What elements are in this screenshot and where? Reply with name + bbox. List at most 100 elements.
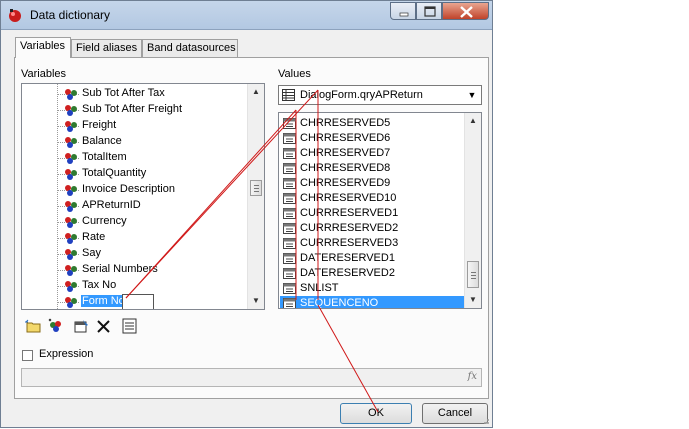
variable-icon bbox=[65, 169, 77, 180]
field-icon bbox=[283, 193, 296, 204]
tree-item[interactable]: Say bbox=[22, 246, 248, 262]
chevron-down-icon[interactable]: ▼ bbox=[464, 87, 480, 103]
tree-item-label: Freight bbox=[82, 119, 117, 131]
list-item-label: CURRRESERVED3 bbox=[300, 237, 399, 249]
field-icon bbox=[283, 268, 296, 279]
tree-item[interactable]: Freight bbox=[22, 118, 248, 134]
list-item[interactable]: CURRRESERVED2 bbox=[280, 221, 465, 236]
maximize-button[interactable] bbox=[416, 2, 442, 20]
tree-item-label: TotalItem bbox=[82, 151, 127, 163]
title-bar[interactable]: Data dictionary bbox=[1, 1, 492, 30]
list-item-label: CHRRESERVED5 bbox=[300, 117, 391, 129]
tree-item[interactable]: Rate bbox=[22, 230, 248, 246]
delete-icon[interactable] bbox=[95, 317, 113, 335]
variable-icon bbox=[65, 121, 77, 132]
close-button[interactable] bbox=[442, 2, 489, 20]
scroll-thumb[interactable] bbox=[467, 261, 479, 288]
rename-edit-box[interactable] bbox=[122, 294, 154, 309]
tree-item[interactable]: Balance bbox=[22, 134, 248, 150]
edit-list-icon[interactable] bbox=[121, 317, 139, 335]
tree-item[interactable]: Invoice Description bbox=[22, 182, 248, 198]
list-item[interactable]: SEQUENCENO bbox=[280, 296, 465, 308]
datasource-select[interactable]: DialogForm.qryAPReturn ▼ bbox=[278, 85, 482, 105]
data-dictionary-window: Data dictionary Variables Field aliases … bbox=[0, 0, 493, 428]
list-item-label: CHRRESERVED7 bbox=[300, 147, 391, 159]
field-icon bbox=[283, 178, 296, 189]
tree-item[interactable]: TotalQuantity bbox=[22, 166, 248, 182]
tree-item-label: Sub Tot After Freight bbox=[82, 103, 183, 115]
expression-checkbox[interactable] bbox=[22, 350, 33, 361]
values-field-list[interactable]: CHRRESERVED5 CHRRESERVED6 CHRRESERVED7 CHRR… bbox=[278, 112, 482, 309]
variable-icon bbox=[65, 217, 77, 228]
cancel-button[interactable]: Cancel bbox=[422, 403, 488, 424]
new-category-icon[interactable] bbox=[25, 317, 43, 335]
expression-label: Expression bbox=[39, 348, 94, 360]
list-item[interactable]: SNLIST bbox=[280, 281, 465, 296]
tree-item-label: Rate bbox=[82, 231, 106, 243]
variable-icon bbox=[65, 185, 77, 196]
list-item[interactable]: CHRRESERVED5 bbox=[280, 116, 465, 131]
list-item-label: DATERESERVED1 bbox=[300, 252, 395, 264]
list-item[interactable]: DATERESERVED2 bbox=[280, 266, 465, 281]
fx-icon[interactable]: fx bbox=[468, 371, 477, 382]
variable-icon bbox=[65, 137, 77, 148]
list-item[interactable]: CURRRESERVED3 bbox=[280, 236, 465, 251]
tree-item-label: Say bbox=[82, 247, 101, 259]
tree-item-label: Serial Numbers bbox=[82, 263, 158, 275]
scroll-down-icon[interactable]: ▼ bbox=[248, 293, 264, 309]
table-icon bbox=[282, 89, 295, 101]
variable-icon bbox=[65, 281, 77, 292]
tree-item[interactable]: APReturnID bbox=[22, 198, 248, 214]
expression-field[interactable]: fx bbox=[21, 368, 482, 387]
list-item[interactable]: CHRRESERVED9 bbox=[280, 176, 465, 191]
ok-button[interactable]: OK bbox=[340, 403, 412, 424]
list-item[interactable]: CHRRESERVED6 bbox=[280, 131, 465, 146]
tab-band-datasources[interactable]: Band datasources bbox=[142, 39, 238, 57]
tree-item[interactable]: Sub Tot After Freight bbox=[22, 102, 248, 118]
values-label: Values bbox=[278, 68, 311, 80]
edit-icon[interactable] bbox=[73, 317, 91, 335]
tree-item-label: Currency bbox=[82, 215, 127, 227]
list-item[interactable]: CHRRESERVED8 bbox=[280, 161, 465, 176]
list-item-label: CHRRESERVED6 bbox=[300, 132, 391, 144]
list-item-label: CURRRESERVED1 bbox=[300, 207, 399, 219]
tree-item[interactable]: Sub Tot After Tax bbox=[22, 86, 248, 102]
field-icon bbox=[283, 163, 296, 174]
tree-item[interactable]: Tax No bbox=[22, 278, 248, 294]
list-item[interactable]: CHRRESERVED10 bbox=[280, 191, 465, 206]
tree-item-label: Form No bbox=[81, 295, 126, 307]
variables-label: Variables bbox=[21, 68, 67, 80]
list-item-label: CHRRESERVED8 bbox=[300, 162, 391, 174]
tab-variables[interactable]: Variables bbox=[15, 37, 71, 58]
list-item[interactable]: DATERESERVED1 bbox=[280, 251, 465, 266]
tab-field-aliases[interactable]: Field aliases bbox=[71, 39, 142, 57]
field-icon bbox=[283, 238, 296, 249]
new-variable-icon[interactable] bbox=[47, 317, 65, 335]
list-item[interactable]: CHRRESERVED7 bbox=[280, 146, 465, 161]
list-item[interactable]: CURRRESERVED1 bbox=[280, 206, 465, 221]
variable-icon bbox=[65, 201, 77, 212]
variables-scrollbar[interactable]: ▲ ▼ bbox=[247, 84, 264, 309]
variable-icon bbox=[65, 265, 77, 276]
scroll-down-icon[interactable]: ▼ bbox=[465, 292, 481, 308]
tree-item-label: Balance bbox=[82, 135, 122, 147]
field-icon bbox=[283, 283, 296, 294]
minimize-button[interactable] bbox=[390, 2, 416, 20]
values-scrollbar[interactable]: ▲ ▼ bbox=[464, 113, 481, 308]
tree-item[interactable]: Form No bbox=[22, 294, 248, 309]
resize-grip-icon[interactable] bbox=[480, 415, 490, 425]
scroll-thumb[interactable] bbox=[250, 180, 262, 196]
tree-item[interactable]: Currency bbox=[22, 214, 248, 230]
variables-tree[interactable]: Sub Tot After Tax Sub Tot After Freight Fr… bbox=[21, 83, 265, 310]
scroll-up-icon[interactable]: ▲ bbox=[465, 113, 481, 129]
scroll-up-icon[interactable]: ▲ bbox=[248, 84, 264, 100]
tree-item-label: Invoice Description bbox=[82, 183, 175, 195]
tree-item[interactable]: TotalItem bbox=[22, 150, 248, 166]
variable-icon bbox=[65, 89, 77, 100]
field-icon bbox=[283, 298, 296, 308]
list-item-label: SNLIST bbox=[300, 282, 339, 294]
tree-item[interactable]: Serial Numbers bbox=[22, 262, 248, 278]
variable-icon bbox=[65, 233, 77, 244]
tree-item-label: APReturnID bbox=[82, 199, 141, 211]
variable-icon bbox=[65, 153, 77, 164]
